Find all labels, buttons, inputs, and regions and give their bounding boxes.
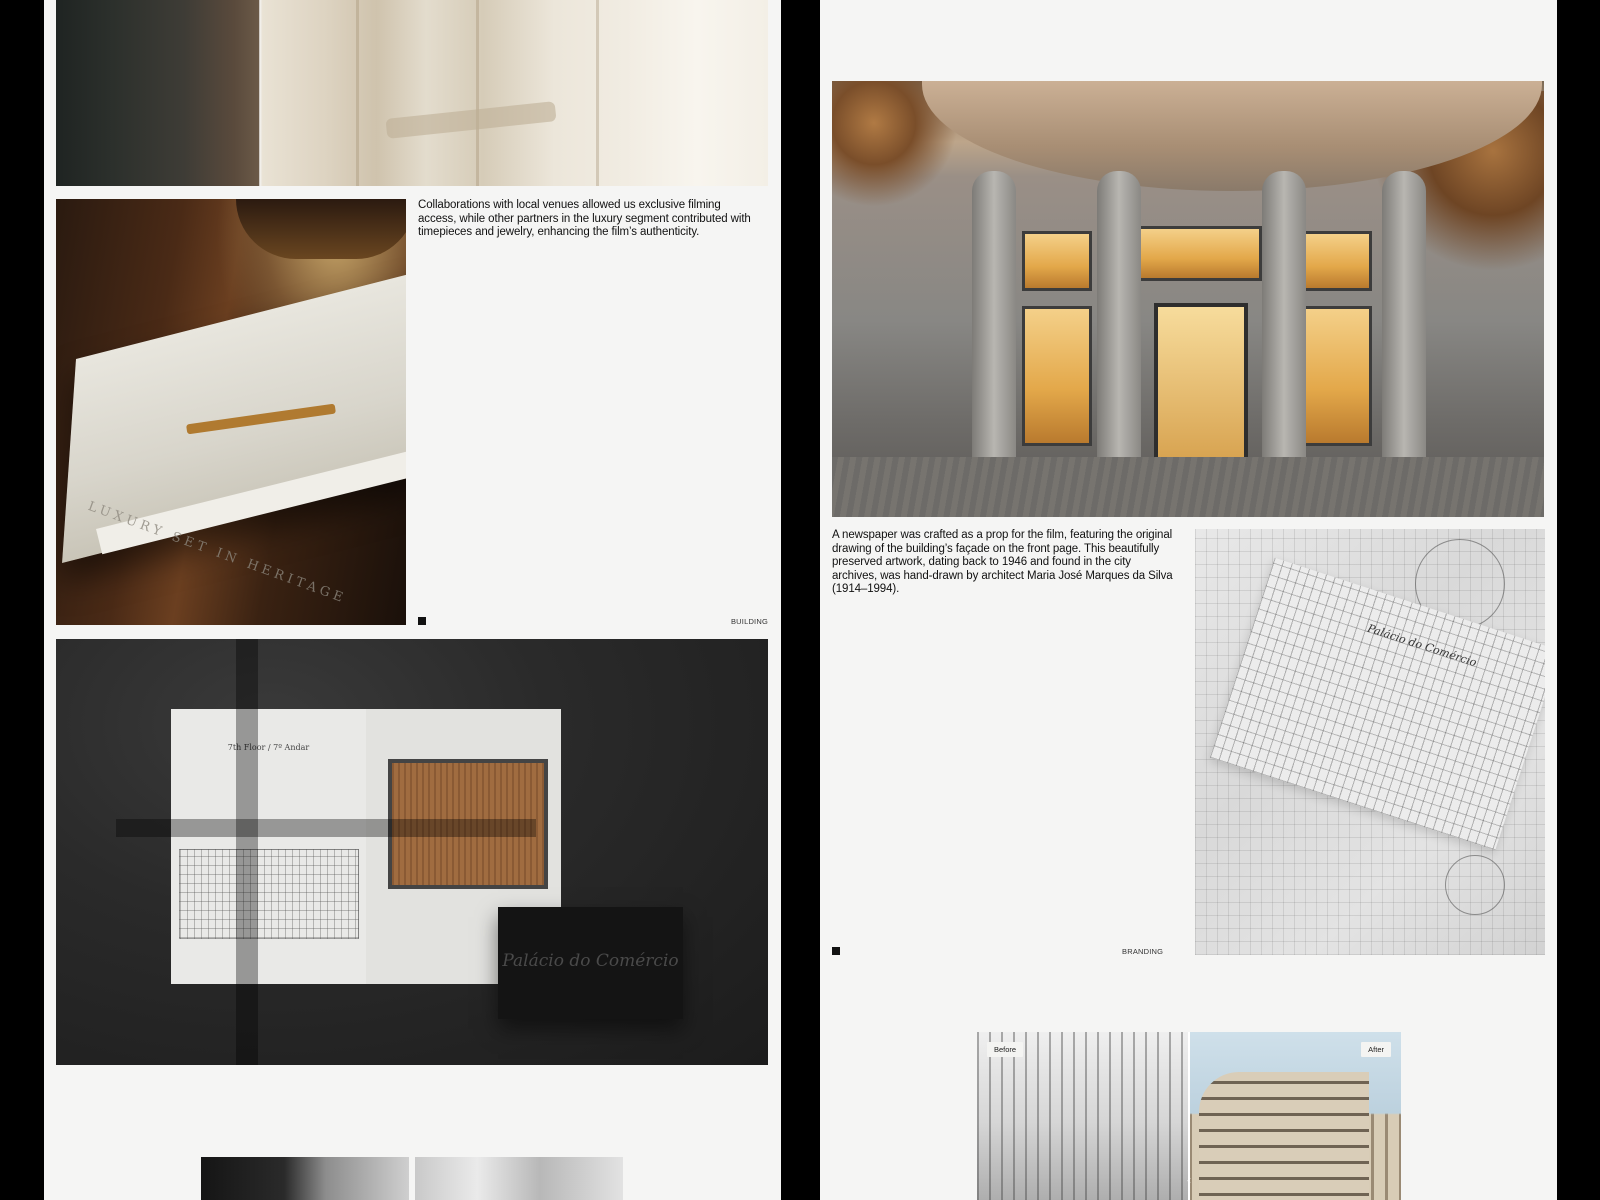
blueprint-photo: Palácio do Comércio [1195,529,1545,955]
before-image [977,1032,1189,1200]
building-facade-photo [832,81,1544,517]
before-after-slider[interactable]: Before After ‹ [977,1032,1401,1200]
chevron-icon[interactable]: ‹ [1181,1172,1197,1188]
building-sketch [179,849,359,939]
robe-fold [356,0,359,186]
section-tag-building: BUILDING [730,617,768,626]
column [1382,171,1426,481]
left-caption: Collaborations with local venues allowed… [418,199,751,238]
robe-fold [476,0,479,186]
brochure-page-left: 7th Floor / 7º Andar [171,709,366,984]
section-tag-branding: BRANDING [1122,947,1164,956]
robe-photo [56,0,768,186]
column [1262,171,1306,481]
column [1097,171,1141,481]
blueprint-circle [1445,855,1505,915]
business-card: Palácio do Comércio [498,907,683,1019]
brochure-photo: 7th Floor / 7º Andar Palácio do Comércio [56,639,768,1065]
floor-label: 7th Floor / 7º Andar [227,743,310,752]
restored-building [1199,1072,1369,1200]
display-window [1022,306,1092,446]
right-caption: A newspaper was crafted as a prop for th… [832,529,1173,595]
portrait-photo [415,1157,623,1200]
robe-fold [596,0,599,186]
column [972,171,1016,481]
before-label: Before [987,1042,1024,1057]
black-square-icon [832,947,840,955]
display-window [1302,306,1372,446]
cobblestone-ground [832,457,1544,517]
entrance-door [1154,303,1248,473]
card-logo: Palácio do Comércio [502,951,679,971]
watch-on-book-photo: LUXURY SET IN HERITAGE [56,199,406,625]
upper-window [1132,226,1262,281]
left-panel: LUXURY SET IN HERITAGE Collaborations wi… [44,0,781,1200]
window-shadow [236,639,258,1065]
window-shadow [116,819,536,837]
upper-window [1022,231,1092,291]
robe-belt [385,101,557,139]
lamp-shade [236,199,406,259]
after-image [1189,1032,1401,1200]
right-panel: A newspaper was crafted as a prop for th… [820,0,1557,1200]
portrait-photo [201,1157,409,1200]
after-label: After [1361,1042,1391,1057]
upper-window [1302,231,1372,291]
black-square-icon [418,617,426,625]
